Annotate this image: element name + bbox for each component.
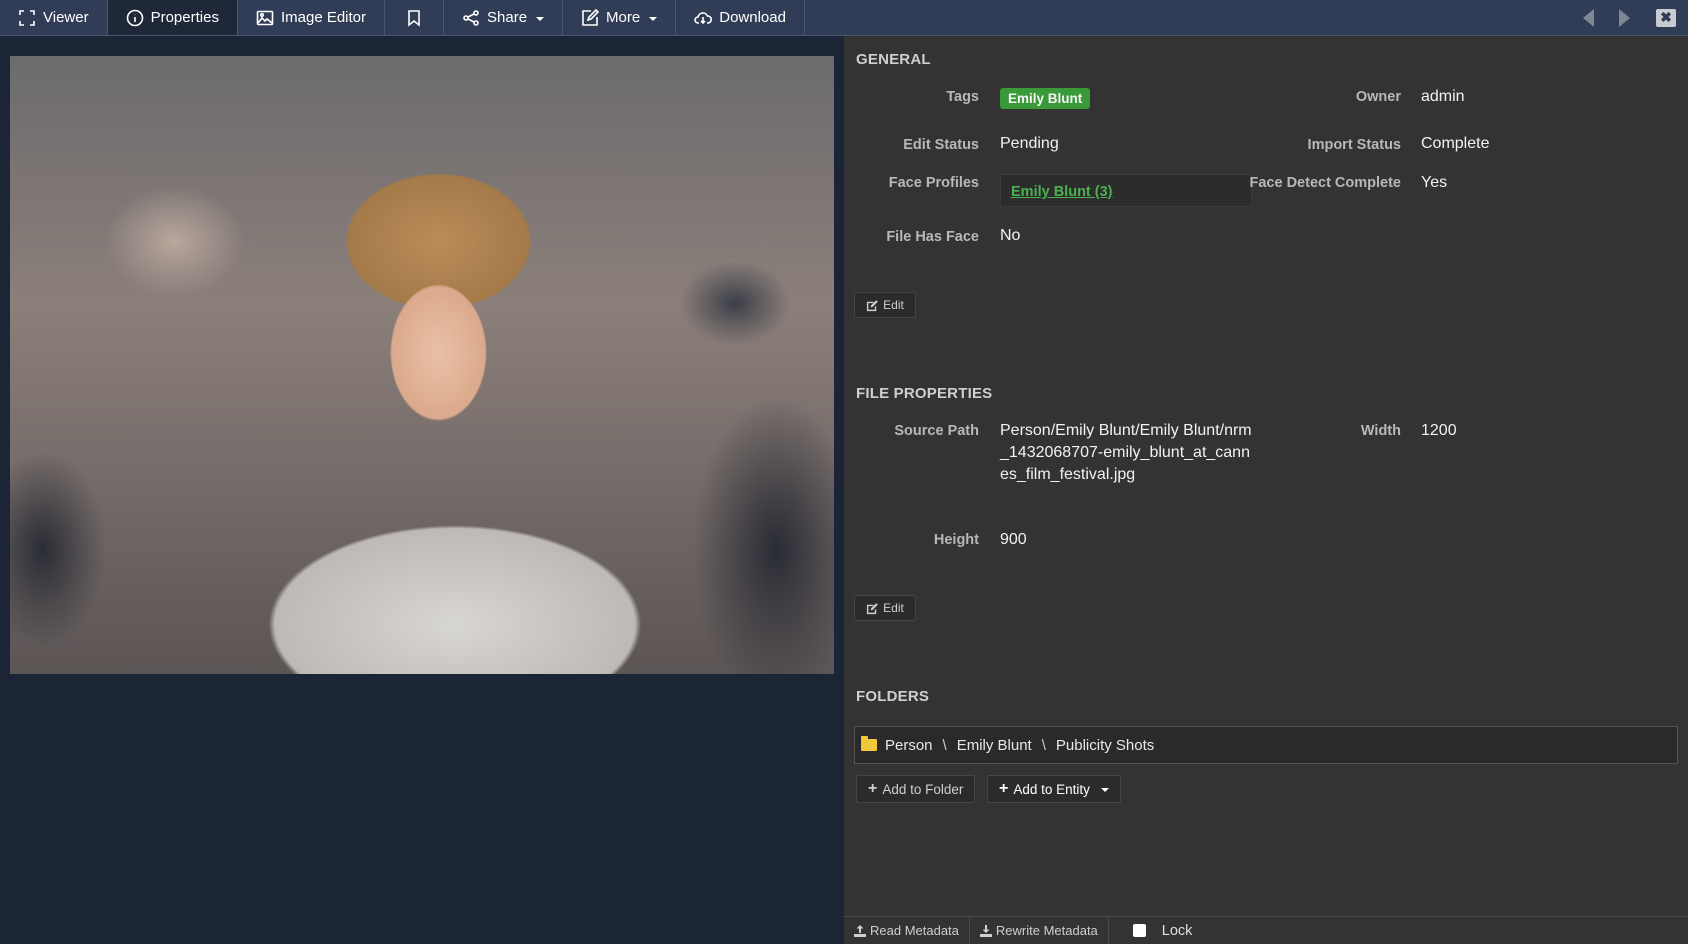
face-profiles-box: Emily Blunt (3) bbox=[1000, 174, 1252, 207]
chevron-down-icon bbox=[649, 16, 658, 21]
face-profiles-label: Face Profiles bbox=[888, 175, 979, 191]
folder-icon bbox=[861, 736, 877, 751]
bookmark-icon bbox=[408, 9, 420, 27]
source-path-label: Source Path bbox=[894, 423, 979, 439]
folders-section-title: FOLDERS bbox=[856, 688, 930, 705]
nav-controls: ✖ bbox=[1570, 0, 1688, 35]
image-viewer bbox=[0, 36, 844, 944]
tab-image-editor-label: Image Editor bbox=[280, 9, 367, 26]
read-metadata-button[interactable]: Read Metadata bbox=[844, 916, 970, 944]
owner-label: Owner bbox=[1355, 89, 1401, 105]
source-path-value: Person/Emily Blunt/Emily Blunt/nrm_14320… bbox=[1000, 422, 1252, 483]
tag-badge[interactable]: Emily Blunt bbox=[1000, 88, 1091, 109]
chevron-down-icon bbox=[1100, 788, 1109, 792]
viewer-icon bbox=[19, 9, 35, 26]
file-properties-section-title: FILE PROPERTIES bbox=[856, 385, 993, 402]
more-label: More bbox=[606, 9, 641, 26]
close-icon: ✖ bbox=[1660, 9, 1672, 25]
height-value: 900 bbox=[1000, 531, 1027, 548]
metadata-footer: Read Metadata Rewrite Metadata Lock bbox=[844, 916, 1688, 944]
folder-path-row[interactable]: Person \ Emily Blunt \ Publicity Shots bbox=[854, 726, 1678, 764]
width-label: Width bbox=[1360, 423, 1401, 439]
lock-toggle: Lock bbox=[1109, 922, 1193, 939]
tab-image-editor[interactable]: Image Editor bbox=[238, 0, 386, 35]
folder-path-segment[interactable]: Person bbox=[885, 737, 933, 754]
edit-icon bbox=[867, 602, 878, 614]
arrow-left-icon bbox=[1582, 8, 1594, 27]
file-has-face-label: File Has Face bbox=[886, 229, 979, 245]
cloud-download-icon bbox=[694, 11, 713, 24]
folder-path-segment[interactable]: Emily Blunt bbox=[957, 737, 1032, 754]
tags-label: Tags bbox=[946, 89, 979, 105]
face-detect-value: Yes bbox=[1421, 174, 1448, 191]
file-has-face-value: No bbox=[1000, 227, 1021, 244]
toolbar: Viewer Properties Image Editor Share Mor… bbox=[0, 0, 1688, 36]
properties-panel: GENERAL Tags Emily Blunt Owner admin Edi… bbox=[844, 36, 1688, 944]
edit-label: Edit bbox=[883, 601, 904, 615]
share-icon bbox=[463, 9, 479, 26]
height-label: Height bbox=[933, 532, 979, 548]
read-metadata-label: Read Metadata bbox=[870, 923, 959, 938]
add-to-entity-button[interactable]: + Add to Entity bbox=[987, 775, 1121, 803]
edit-icon bbox=[867, 299, 878, 311]
tab-properties[interactable]: Properties bbox=[107, 0, 238, 35]
folder-path-segment[interactable]: Publicity Shots bbox=[1056, 737, 1154, 754]
share-label: Share bbox=[487, 9, 528, 26]
previous-button[interactable] bbox=[1570, 0, 1606, 35]
path-separator: \ bbox=[1041, 736, 1046, 754]
lock-checkbox[interactable] bbox=[1132, 924, 1146, 937]
general-edit-button[interactable]: Edit bbox=[854, 292, 916, 318]
edit-label: Edit bbox=[883, 298, 904, 312]
import-status-value: Complete bbox=[1421, 135, 1490, 152]
share-button[interactable]: Share bbox=[444, 0, 564, 35]
add-to-folder-label: Add to Folder bbox=[882, 781, 964, 797]
image-icon bbox=[256, 10, 274, 25]
width-value: 1200 bbox=[1421, 422, 1457, 439]
plus-icon: + bbox=[999, 780, 1009, 797]
close-button[interactable]: ✖ bbox=[1656, 8, 1676, 27]
tab-viewer[interactable]: Viewer bbox=[0, 0, 108, 35]
tab-properties-label: Properties bbox=[150, 9, 219, 26]
upload-icon bbox=[854, 924, 866, 937]
bookmark-button[interactable] bbox=[385, 0, 445, 35]
add-to-folder-button[interactable]: + Add to Folder bbox=[856, 775, 976, 803]
chevron-down-icon bbox=[536, 16, 545, 21]
face-profile-link[interactable]: Emily Blunt (3) bbox=[1011, 184, 1113, 200]
face-detect-label: Face Detect Complete bbox=[1249, 175, 1402, 191]
plus-icon: + bbox=[868, 780, 878, 797]
path-separator: \ bbox=[942, 736, 947, 754]
lock-label: Lock bbox=[1161, 922, 1193, 939]
add-to-entity-label: Add to Entity bbox=[1013, 781, 1090, 797]
import-status-label: Import Status bbox=[1307, 137, 1401, 153]
download-button[interactable]: Download bbox=[676, 0, 805, 35]
arrow-right-icon bbox=[1618, 8, 1630, 27]
tab-viewer-label: Viewer bbox=[43, 9, 89, 26]
next-button[interactable] bbox=[1606, 0, 1642, 35]
more-button[interactable]: More bbox=[563, 0, 677, 35]
download-icon bbox=[979, 924, 992, 937]
file-properties-edit-button[interactable]: Edit bbox=[854, 595, 916, 621]
info-icon bbox=[126, 9, 143, 26]
edit-icon bbox=[582, 8, 600, 26]
photo[interactable] bbox=[10, 56, 834, 674]
rewrite-metadata-label: Rewrite Metadata bbox=[995, 923, 1098, 938]
edit-status-label: Edit Status bbox=[903, 137, 979, 153]
owner-value: admin bbox=[1421, 88, 1465, 105]
general-section-title: GENERAL bbox=[856, 51, 931, 68]
download-label: Download bbox=[719, 9, 786, 26]
rewrite-metadata-button[interactable]: Rewrite Metadata bbox=[970, 916, 1109, 944]
edit-status-value: Pending bbox=[1000, 135, 1059, 152]
